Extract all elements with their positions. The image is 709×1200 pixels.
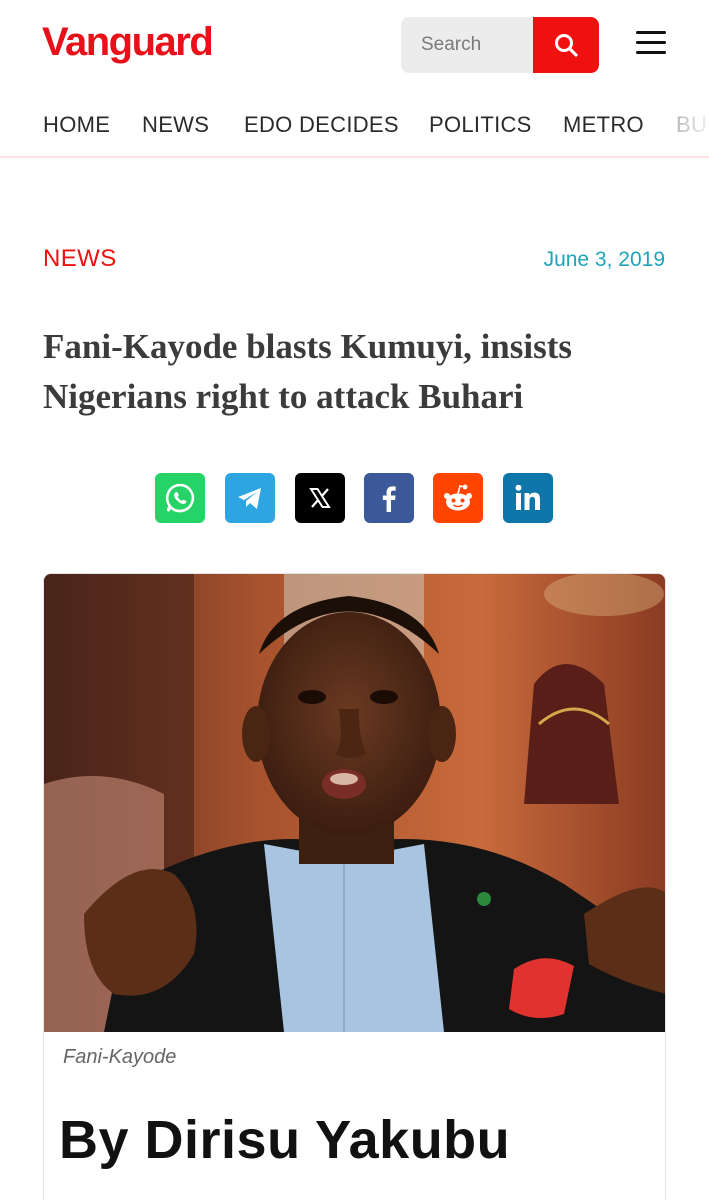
x-icon bbox=[309, 488, 331, 508]
share-facebook-button[interactable] bbox=[364, 473, 414, 523]
image-caption: Fani-Kayode bbox=[63, 1046, 177, 1068]
linkedin-icon bbox=[515, 484, 540, 510]
nav-item-politics[interactable]: POLITICS bbox=[429, 112, 532, 138]
share-x-button[interactable] bbox=[295, 473, 345, 523]
hamburger-menu-icon bbox=[636, 31, 666, 34]
featured-image[interactable] bbox=[44, 574, 666, 1032]
hamburger-menu-button[interactable] bbox=[632, 31, 670, 59]
nav-item-edo-decides[interactable]: EDO DECIDES bbox=[244, 112, 399, 138]
hamburger-line bbox=[636, 51, 666, 54]
article-byline: By Dirisu Yakubu bbox=[59, 1110, 511, 1170]
site-header: Vanguard bbox=[0, 0, 709, 90]
nav-fade bbox=[659, 100, 709, 156]
featured-image-card: Fani-Kayode By Dirisu Yakubu bbox=[43, 573, 666, 1200]
share-linkedin-button[interactable] bbox=[503, 473, 553, 523]
article-title: Fani-Kayode blasts Kumuyi, insists Niger… bbox=[43, 327, 572, 416]
hamburger-line bbox=[636, 41, 666, 44]
share-reddit-button[interactable] bbox=[433, 473, 483, 523]
nav-item-news[interactable]: NEWS bbox=[142, 112, 209, 138]
telegram-icon bbox=[238, 488, 261, 509]
search-icon bbox=[555, 34, 578, 57]
search-bar bbox=[401, 17, 599, 73]
site-logo[interactable]: Vanguard bbox=[42, 20, 214, 65]
facebook-icon bbox=[382, 486, 396, 512]
reddit-icon bbox=[444, 484, 472, 511]
search-button[interactable] bbox=[533, 17, 599, 73]
article-date: June 3, 2019 bbox=[543, 248, 665, 271]
main-nav: HOME NEWS EDO DECIDES POLITICS METRO BU bbox=[0, 100, 709, 158]
whatsapp-icon bbox=[165, 483, 195, 513]
share-telegram-button[interactable] bbox=[225, 473, 275, 523]
article-category[interactable]: NEWS bbox=[43, 245, 117, 273]
search-input[interactable] bbox=[401, 17, 533, 73]
nav-item-home[interactable]: HOME bbox=[43, 112, 110, 138]
share-whatsapp-button[interactable] bbox=[155, 473, 205, 523]
nav-item-metro[interactable]: METRO bbox=[563, 112, 644, 138]
